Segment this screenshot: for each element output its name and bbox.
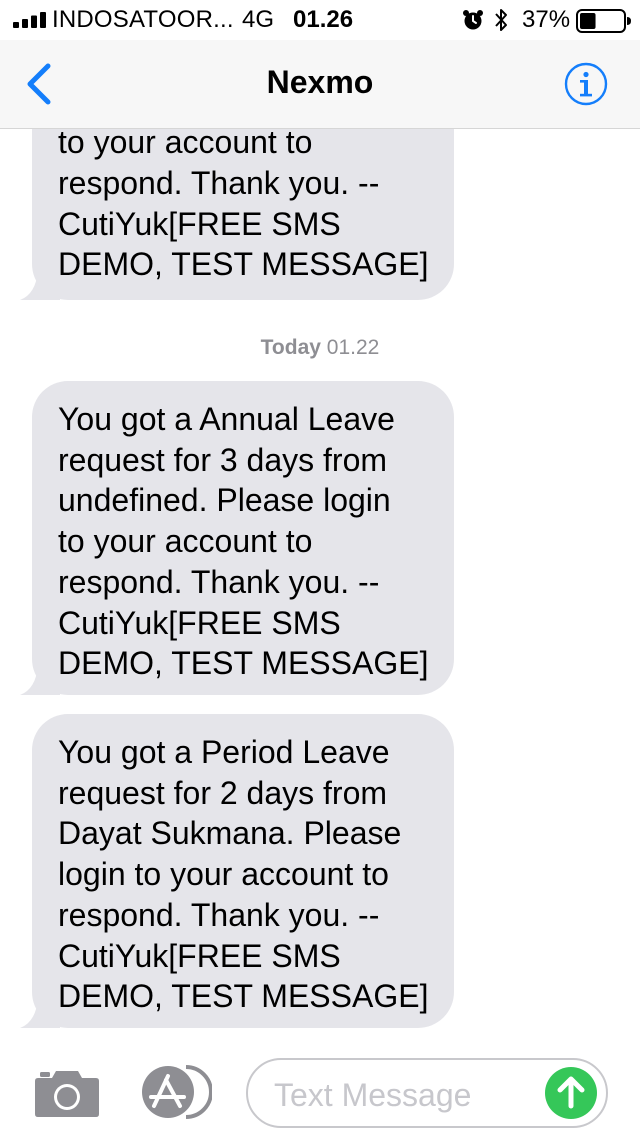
alarm-icon (463, 10, 483, 30)
message-line: to your account to (58, 523, 313, 560)
message-line: CutiYuk[FREE SMS (58, 937, 341, 974)
bubble-tail (20, 665, 60, 695)
status-bar: INDOSATOOR... 4G 01.26 37% (0, 0, 640, 40)
message-timestamp: Today 01.22 (0, 336, 640, 360)
message-bubble[interactable]: to your account to respond. Thank you. -… (20, 128, 454, 300)
bluetooth-icon (495, 9, 507, 31)
message-line: respond. Thank you. -- (58, 896, 380, 933)
message-line: CutiYuk[FREE SMS (58, 205, 341, 242)
message-line: DEMO, TEST MESSAGE] (58, 645, 429, 682)
message-line: respond. Thank you. -- (58, 563, 380, 600)
battery-percent: 37% (522, 6, 571, 33)
timestamp-day: Today (260, 336, 321, 359)
status-time: 01.26 (293, 6, 354, 33)
timestamp-time: 01.22 (326, 336, 380, 359)
message-line: request for 3 days from (58, 441, 388, 478)
network-type: 4G (242, 6, 275, 33)
message-input-placeholder: Text Message (274, 1077, 472, 1113)
message-bubble[interactable]: You got a Period Leave request for 2 day… (20, 714, 454, 1028)
message-line: CutiYuk[FREE SMS (58, 604, 341, 641)
bubble-tail (20, 270, 60, 300)
message-line: You got a Period Leave (58, 734, 390, 770)
message-line: Dayat Sukmana. Please (58, 815, 402, 852)
bubble-tail (20, 998, 60, 1028)
message-list[interactable]: to your account to respond. Thank you. -… (0, 128, 640, 1044)
compose-bar: Text Message (0, 1044, 640, 1136)
message-line: undefined. Please login (58, 482, 391, 519)
message-line: respond. Thank you. -- (58, 164, 380, 201)
conversation-title[interactable]: Nexmo (0, 64, 640, 101)
battery-icon (576, 9, 631, 33)
camera-icon[interactable] (34, 1068, 100, 1118)
message-line: login to your account to (58, 856, 389, 893)
message-line: DEMO, TEST MESSAGE] (58, 978, 429, 1015)
message-line: You got a Annual Leave (58, 401, 395, 437)
send-arrow-up-icon[interactable] (544, 1066, 598, 1120)
message-line: DEMO, TEST MESSAGE] (58, 246, 429, 283)
info-icon[interactable] (564, 62, 608, 106)
navigation-bar: Nexmo (0, 40, 640, 129)
message-bubble[interactable]: You got a Annual Leave request for 3 day… (20, 381, 454, 695)
carrier-name: INDOSATOOR... (52, 6, 234, 33)
message-line: to your account to (58, 128, 313, 161)
app-store-icon[interactable] (138, 1064, 212, 1120)
message-line: request for 2 days from (58, 774, 388, 811)
signal-icon (13, 12, 46, 28)
